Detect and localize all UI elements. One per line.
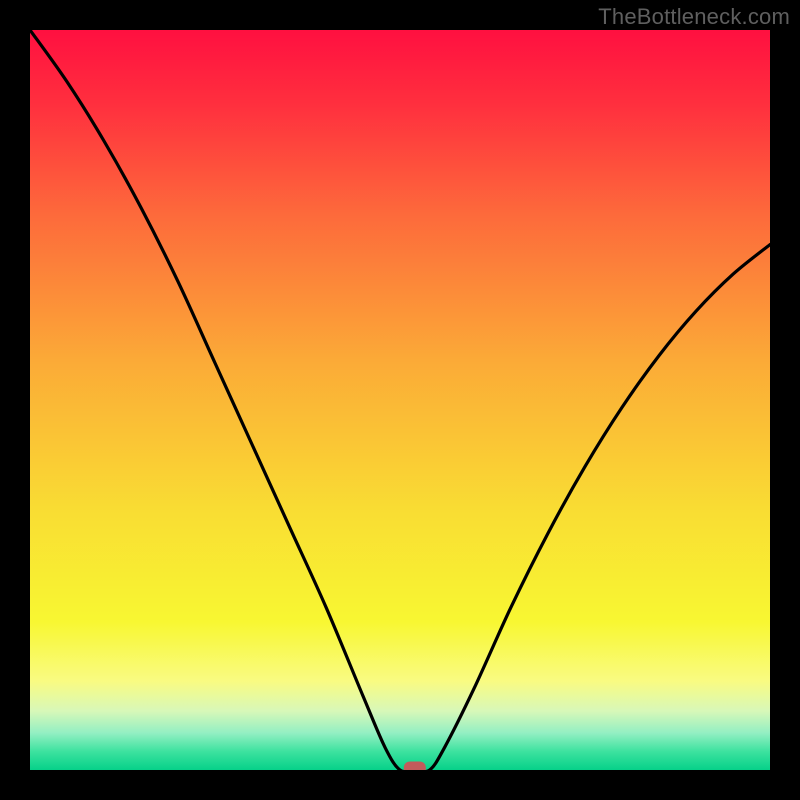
chart-svg	[30, 30, 770, 770]
plot-area	[30, 30, 770, 770]
watermark-text: TheBottleneck.com	[598, 4, 790, 30]
chart-frame: TheBottleneck.com	[0, 0, 800, 800]
gradient-background	[30, 30, 770, 770]
optimum-marker	[404, 762, 426, 771]
